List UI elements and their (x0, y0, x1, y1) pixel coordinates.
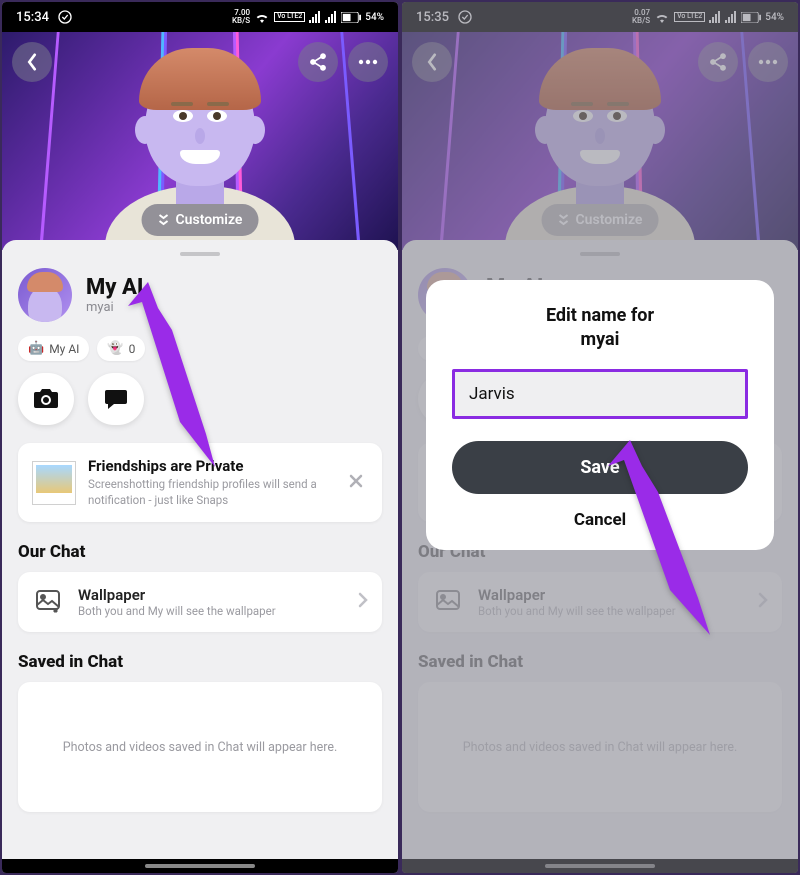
wallpaper-row[interactable]: Wallpaper Both you and My will see the w… (18, 572, 382, 632)
signal-icon (309, 11, 321, 23)
screenshot-left: 15:34 7.00KB/S Vo LTE2 54% (2, 2, 398, 873)
chevron-left-icon (25, 53, 39, 71)
polaroid-icon (32, 461, 76, 505)
ghost-icon: 👻 (107, 341, 123, 356)
chat-action-button[interactable] (88, 373, 144, 425)
battery-icon (341, 12, 361, 23)
dismiss-card-button[interactable] (344, 469, 368, 497)
saved-empty-state: Photos and videos saved in Chat will app… (18, 682, 382, 812)
battery-percent: 54% (365, 12, 384, 23)
back-button[interactable] (12, 42, 52, 82)
section-our-chat: Our Chat (18, 542, 382, 562)
chip-snap-score[interactable]: 👻0 (97, 336, 145, 361)
lte-badge: Vo LTE2 (274, 12, 305, 22)
profile-sheet: My AI myai 🤖My AI 👻0 Friendships are Pri… (2, 240, 398, 859)
name-input[interactable] (452, 369, 748, 419)
modal-title: Edit name for myai (452, 304, 748, 353)
wallpaper-icon (34, 588, 62, 616)
signal-icon (325, 11, 337, 23)
status-time: 15:34 (16, 10, 49, 25)
status-bar: 15:34 7.00KB/S Vo LTE2 54% (2, 2, 398, 32)
more-icon (358, 59, 378, 65)
privacy-card: Friendships are Private Screenshotting f… (18, 443, 382, 522)
section-saved: Saved in Chat (18, 652, 382, 672)
camera-icon (33, 388, 59, 410)
wallpaper-title: Wallpaper (78, 586, 344, 604)
android-navbar[interactable] (2, 859, 398, 873)
profile-username: myai (86, 300, 143, 315)
status-check-icon (57, 9, 73, 25)
customize-button[interactable]: Customize (142, 204, 259, 236)
privacy-title: Friendships are Private (88, 457, 332, 475)
robot-icon: 🤖 (28, 341, 44, 356)
share-icon (308, 52, 328, 72)
sheet-grabber[interactable] (180, 252, 220, 256)
chevron-right-icon (358, 592, 368, 612)
hero-banner: Customize (2, 32, 398, 250)
more-button[interactable] (348, 42, 388, 82)
screenshot-right: 15:35 0.07KB/S Vo LTE2 54% (402, 2, 798, 873)
profile-name[interactable]: My AI (86, 275, 143, 300)
camera-action-button[interactable] (18, 373, 74, 425)
chip-my-ai[interactable]: 🤖My AI (18, 336, 89, 361)
cancel-button[interactable]: Cancel (452, 510, 748, 530)
wallpaper-subtitle: Both you and My will see the wallpaper (78, 604, 344, 618)
chat-icon (104, 388, 128, 410)
close-icon (348, 473, 364, 489)
chevron-down-double-icon (158, 213, 170, 227)
save-button[interactable]: Save (452, 441, 748, 494)
privacy-subtitle: Screenshotting friendship profiles will … (88, 477, 332, 508)
avatar-small[interactable] (18, 268, 72, 322)
avatar-large (110, 66, 290, 250)
share-button[interactable] (298, 42, 338, 82)
edit-name-modal: Edit name for myai Save Cancel (426, 280, 774, 550)
wifi-icon (254, 11, 270, 23)
